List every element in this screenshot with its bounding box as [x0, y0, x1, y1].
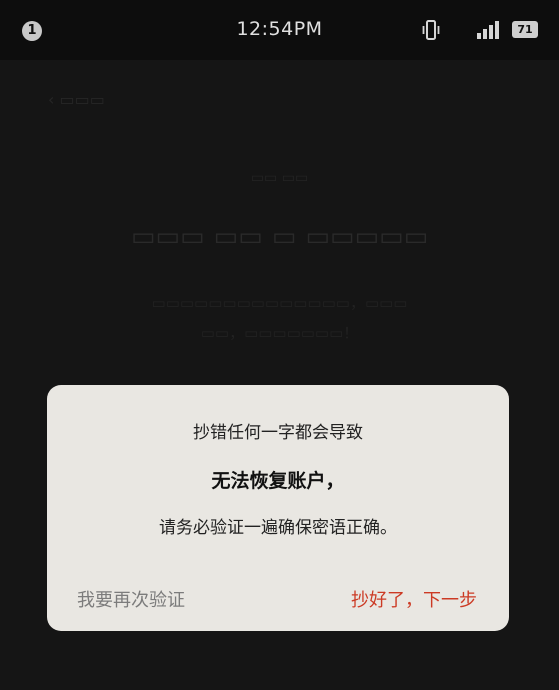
background-title: ▭▭▭ ▭▭ ▭ ▭▭▭▭▭ [130, 222, 429, 252]
dialog-message-emphasis: 无法恢复账户， [211, 470, 345, 492]
warning-dialog: 抄错任何一字都会导致 无法恢复账户， 请务必验证一遍确保密语正确。 我要再次验证… [47, 385, 509, 631]
phone-screen: 1 12:54PM 71 ‹ ▭▭▭ ▭▭ ▭▭ ▭▭▭ ▭▭ ▭ ▭▭▭▭▭ … [0, 0, 559, 690]
dialog-message-line3: 请务必验证一遍确保密语正确。 [159, 518, 397, 538]
signal-icon [477, 21, 499, 39]
back-icon: ‹ ▭▭▭ [48, 90, 105, 109]
dialog-message-line1: 抄错任何一字都会导致 [193, 423, 363, 443]
vibrate-icon [422, 20, 440, 40]
verify-again-button[interactable]: 我要再次验证 [77, 581, 247, 617]
status-bar: 1 12:54PM 71 [0, 0, 559, 60]
next-step-button[interactable]: 抄好了，下一步 [287, 581, 477, 617]
battery-icon: 71 [512, 21, 538, 38]
background-description: ▭▭▭▭▭▭▭▭▭▭▭▭▭▭，▭▭▭ ▭▭，▭▭▭▭▭▭▭！ [151, 294, 408, 342]
background-step-indicator: ▭▭ ▭▭ [250, 170, 309, 186]
